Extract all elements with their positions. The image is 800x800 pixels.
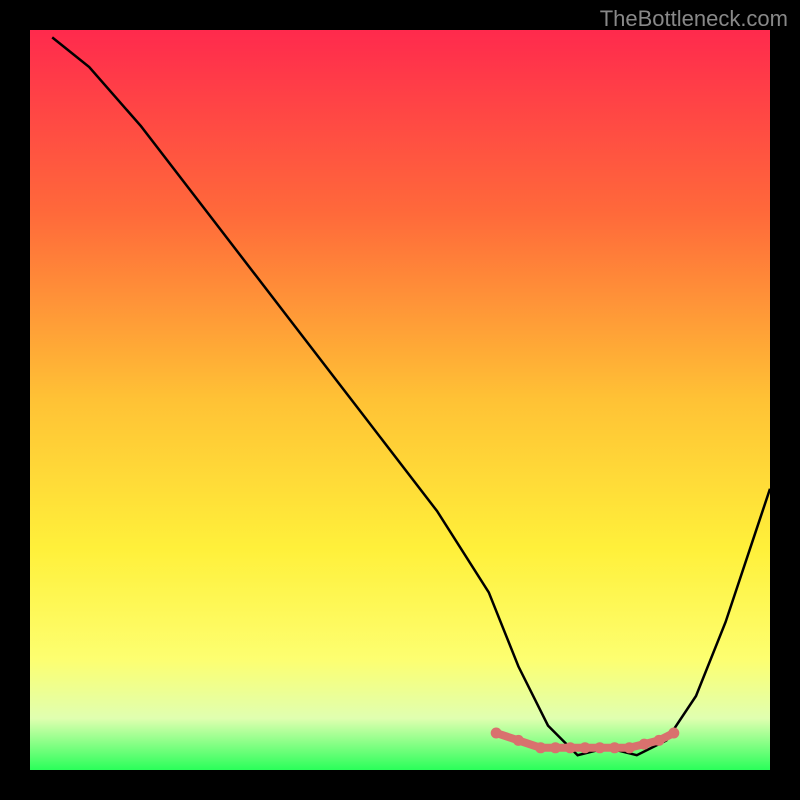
optimal-range-point	[491, 728, 502, 739]
plot-background	[30, 30, 770, 770]
optimal-range-point	[535, 742, 546, 753]
optimal-range-point	[639, 739, 650, 750]
optimal-range-point	[668, 728, 679, 739]
optimal-range-point	[513, 735, 524, 746]
optimal-range-point	[594, 742, 605, 753]
optimal-range-point	[624, 742, 635, 753]
optimal-range-point	[580, 742, 591, 753]
chart-container	[30, 30, 770, 770]
watermark-text: TheBottleneck.com	[600, 6, 788, 32]
optimal-range-point	[609, 742, 620, 753]
chart-svg	[30, 30, 770, 770]
optimal-range-point	[565, 742, 576, 753]
optimal-range-point	[550, 742, 561, 753]
optimal-range-point	[654, 735, 665, 746]
